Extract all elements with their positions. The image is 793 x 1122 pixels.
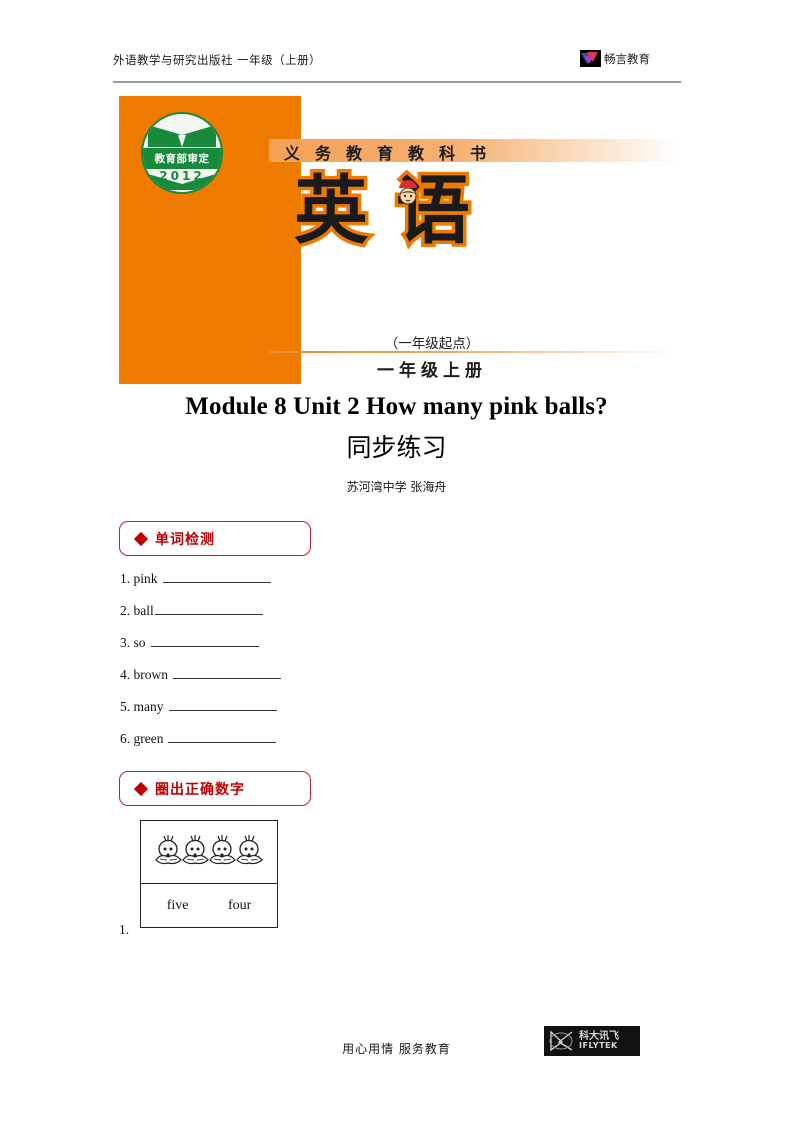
- changyan-bird-logo-icon: [580, 50, 601, 67]
- answer-blank[interactable]: [168, 698, 277, 711]
- list-item: 1. pink: [120, 570, 440, 602]
- header-brand-label: 畅言教育: [604, 51, 650, 66]
- cover-series-text: 义务教育教科书: [284, 144, 502, 163]
- iflytek-logo: 科大讯飞 IFLYTEK: [544, 1026, 640, 1056]
- chick-icon: [236, 835, 263, 865]
- diamond-bullet-icon: [133, 781, 149, 796]
- page-title-english: Module 8 Unit 2 How many pink balls?: [185, 393, 608, 420]
- answer-blank[interactable]: [173, 666, 281, 679]
- word-label: 5. many: [120, 699, 164, 714]
- seal-book-bottom-icon: [148, 174, 216, 190]
- list-item: 2. ball: [120, 602, 440, 634]
- list-item: 4. brown: [120, 666, 440, 698]
- exercise-number: 1.: [119, 922, 130, 937]
- cover-volume-text: 一年级上册: [377, 361, 487, 381]
- exercise-box: five four: [140, 820, 278, 928]
- header-publisher-text: 外语教学与研究出版社 一年级（上册）: [113, 53, 322, 67]
- seal-book-top-icon: [148, 125, 216, 147]
- exercise-item-1: 1. five four: [119, 820, 319, 938]
- word-test-list: 1. pink 2. ball 3. so 4. brown 5. many 6…: [120, 570, 440, 762]
- list-item: 3. so: [120, 634, 440, 666]
- diamond-bullet-icon: [133, 531, 149, 546]
- answer-blank[interactable]: [154, 602, 263, 615]
- section-2-label: 圈出正确数字: [155, 781, 245, 798]
- section-header-word-test: 单词检测: [119, 521, 311, 556]
- option-four[interactable]: four: [228, 898, 251, 914]
- section-1-label: 单词检测: [155, 531, 215, 548]
- page-header: 外语教学与研究出版社 一年级（上册） 畅言教育: [113, 50, 681, 82]
- answer-blank[interactable]: [150, 634, 259, 647]
- section-header-circle-number: 圈出正确数字: [119, 771, 311, 806]
- ministry-approval-seal: 教育部审定 2012: [141, 112, 223, 194]
- word-label: 2. ball: [120, 603, 154, 618]
- cover-gradient-rule: [269, 351, 677, 353]
- list-item: 5. many: [120, 698, 440, 730]
- page-author-line: 苏河湾中学 张海舟: [346, 480, 447, 494]
- iflytek-logo-en: IFLYTEK: [579, 1041, 618, 1051]
- footer-slogan: 用心用情 服务教育: [342, 1042, 451, 1056]
- page-title-chinese: 同步练习: [346, 433, 447, 462]
- seal-band-text: 教育部审定: [143, 148, 221, 169]
- list-item: 6. green: [120, 730, 440, 762]
- cartoon-face-with-red-hat-icon: [399, 180, 417, 205]
- exercise-options: five four: [141, 884, 277, 928]
- word-label: 4. brown: [120, 667, 168, 682]
- iflytek-mark-icon: [549, 1030, 573, 1052]
- word-label: 3. so: [120, 635, 146, 650]
- textbook-cover-image: 教育部审定 2012 义务教育教科书 英语 （一年级起点） 一年级上册: [119, 96, 677, 384]
- header-brand: 畅言教育: [580, 50, 650, 67]
- word-label: 6. green: [120, 731, 164, 746]
- answer-blank[interactable]: [162, 570, 271, 583]
- option-five[interactable]: five: [167, 898, 189, 914]
- answer-blank[interactable]: [168, 730, 277, 743]
- cover-starting-grade-text: （一年级起点）: [384, 336, 480, 352]
- header-divider: [113, 81, 681, 83]
- exercise-picture-four-chicks: [141, 821, 277, 884]
- word-label: 1. pink: [120, 571, 158, 586]
